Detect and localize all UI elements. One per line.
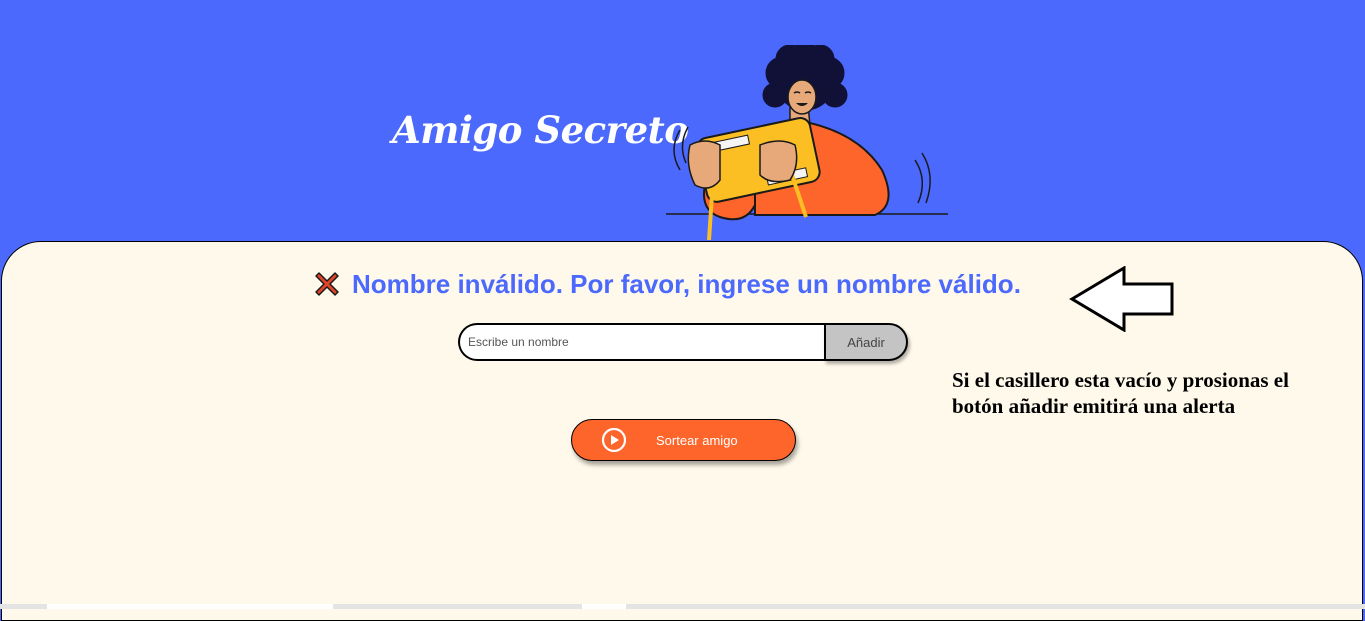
person-with-console-illustration (666, 45, 948, 241)
name-form: Añadir (458, 323, 908, 361)
bottom-bar-segment (582, 604, 626, 609)
left-arrow-icon (1069, 266, 1174, 332)
app-title: Amigo Secreto (392, 108, 689, 152)
alert-text: Nombre inválido. Por favor, ingrese un n… (352, 268, 1021, 299)
bottom-bar (0, 604, 1365, 609)
x-mark-icon (315, 272, 339, 296)
header: Amigo Secreto (0, 0, 1365, 250)
draw-friend-button[interactable]: Sortear amigo (571, 419, 796, 461)
alert-message: Nombre inválido. Por favor, ingrese un n… (312, 266, 1021, 302)
draw-button-label: Sortear amigo (656, 432, 738, 448)
name-input[interactable] (458, 323, 828, 361)
annotation-note: Si el casillero esta vacío y prosionas e… (952, 367, 1362, 419)
annotation-line-2: botón añadir emitirá una alerta (952, 394, 1236, 418)
annotation-line-1: Si el casillero esta vacío y prosionas e… (952, 368, 1289, 392)
add-button[interactable]: Añadir (824, 323, 908, 361)
bottom-bar-segment (47, 604, 333, 609)
play-circle-icon (601, 427, 627, 453)
